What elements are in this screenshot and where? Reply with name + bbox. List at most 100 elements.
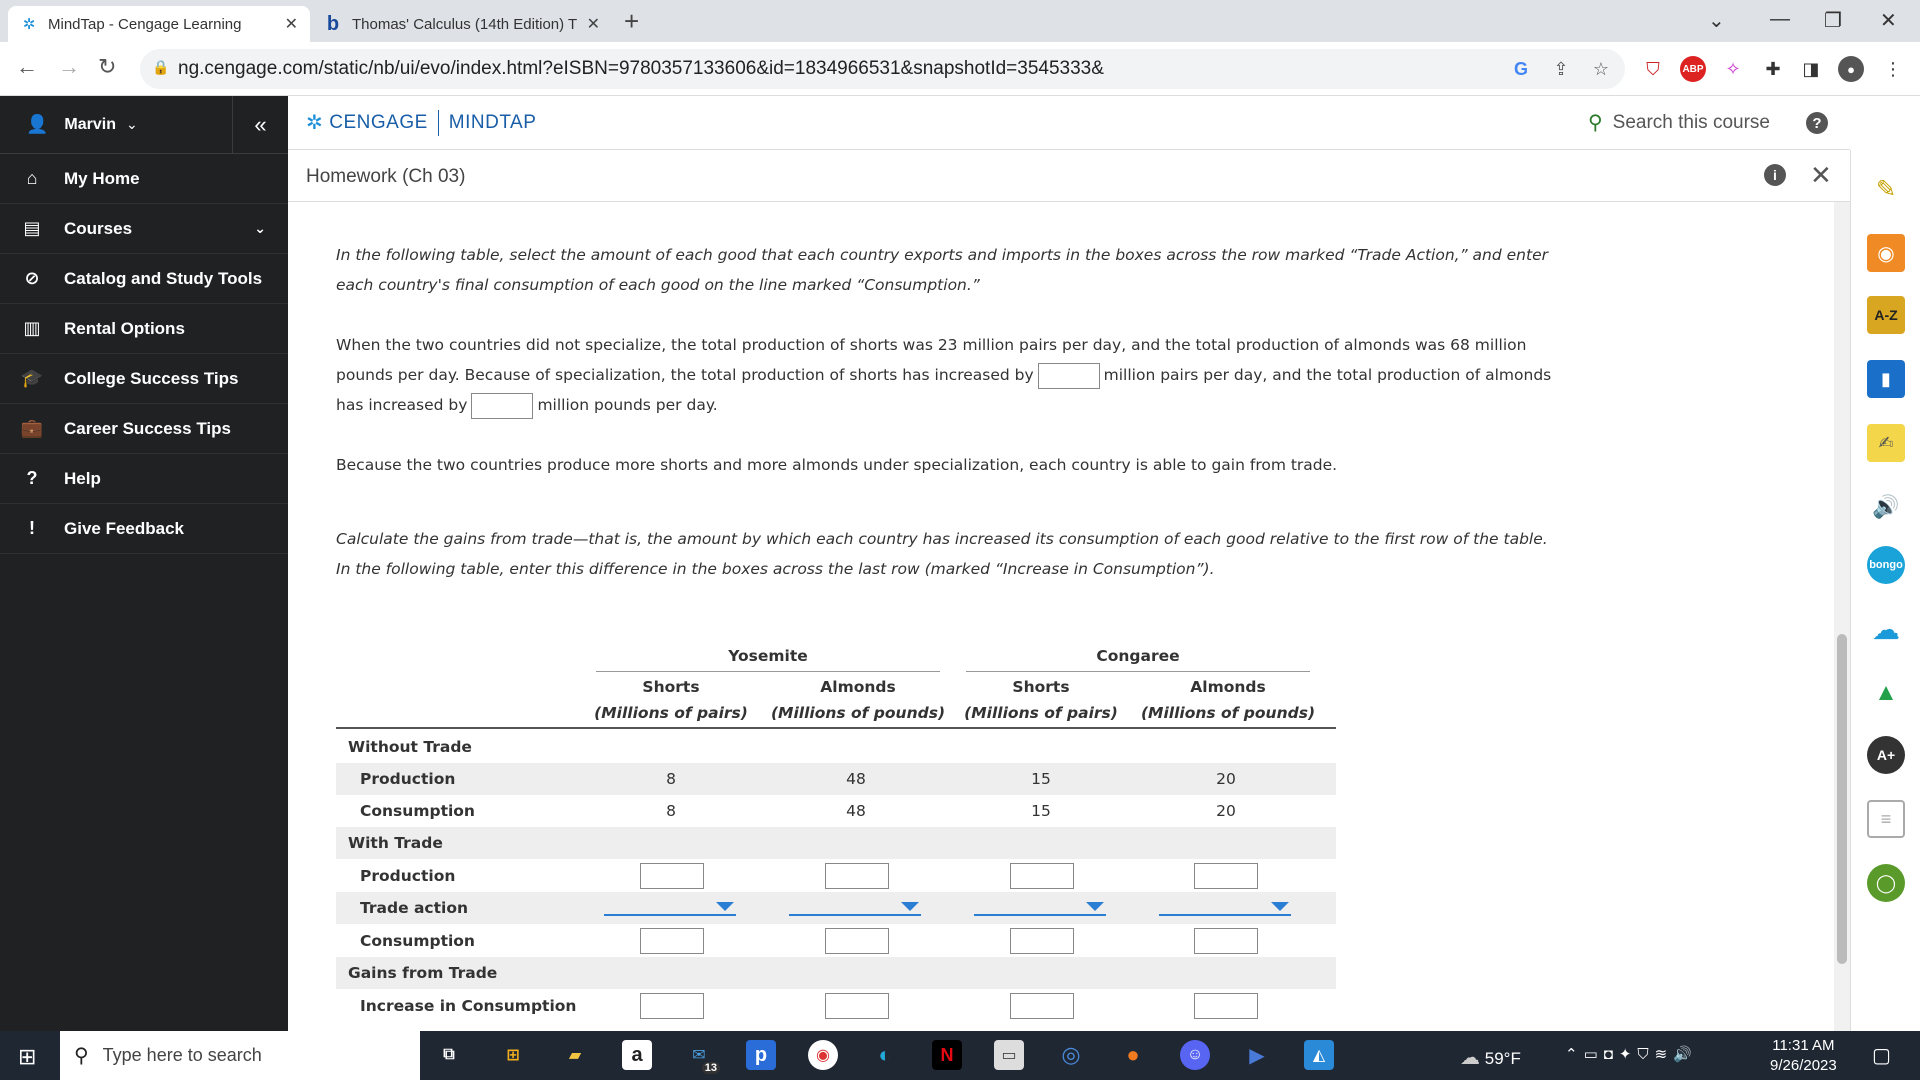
- trade-action-yosemite-almonds-select[interactable]: [789, 896, 921, 916]
- tab-search-chevron-icon[interactable]: ⌄: [1708, 8, 1725, 33]
- chrome-icon[interactable]: ◉: [808, 1040, 838, 1070]
- sidebar-item-rental[interactable]: ▥ Rental Options: [0, 304, 288, 354]
- google-drive-icon[interactable]: ▲: [1867, 674, 1905, 712]
- with-production-congaree-shorts-input[interactable]: [1010, 863, 1074, 889]
- scrollbar-thumb[interactable]: [1837, 634, 1847, 964]
- cengage-mindtap-logo[interactable]: ✲ CENGAGE MINDTAP: [306, 109, 536, 136]
- with-production-yosemite-almonds-input[interactable]: [825, 863, 889, 889]
- a-z-glossary-icon[interactable]: A-Z: [1867, 296, 1905, 334]
- trade-action-congaree-shorts-select[interactable]: [974, 896, 1106, 916]
- close-window-icon[interactable]: ✕: [1880, 8, 1897, 33]
- user-menu[interactable]: 👤 Marvin ⌄ «: [0, 96, 288, 154]
- adblock-icon[interactable]: ABP: [1680, 56, 1706, 82]
- firefox-icon[interactable]: ●: [1118, 1040, 1148, 1070]
- trade-action-congaree-almonds-select[interactable]: [1159, 896, 1291, 916]
- aplus-icon[interactable]: A+: [1867, 736, 1905, 774]
- sidebar-item-feedback[interactable]: ! Give Feedback: [0, 504, 288, 554]
- rss-icon[interactable]: ◉: [1867, 234, 1905, 272]
- with-consumption-yosemite-shorts-input[interactable]: [640, 928, 704, 954]
- discord-icon[interactable]: ☺: [1180, 1040, 1210, 1070]
- course-search[interactable]: ⚲ Search this course: [1588, 110, 1770, 135]
- clock[interactable]: 11:31 AM 9/26/2023: [1770, 1036, 1837, 1076]
- sidebar-item-label: Catalog and Study Tools: [64, 268, 263, 288]
- increase-yosemite-almonds-input[interactable]: [825, 993, 889, 1019]
- share-icon[interactable]: ⇪: [1548, 56, 1574, 82]
- task-view-icon[interactable]: ⧉: [434, 1040, 464, 1070]
- sidebar-item-college-tips[interactable]: 🎓 College Success Tips: [0, 354, 288, 404]
- readspeaker-icon[interactable]: 🔊: [1867, 488, 1905, 526]
- tab-thomas-calculus[interactable]: b Thomas' Calculus (14th Edition) T ✕: [312, 6, 612, 42]
- google-icon[interactable]: G: [1508, 56, 1534, 82]
- forward-icon[interactable]: →: [58, 54, 80, 80]
- bongo-icon[interactable]: bongo: [1867, 546, 1905, 584]
- maps-app-icon[interactable]: ◭: [1304, 1040, 1334, 1070]
- sidebar-item-label: Give Feedback: [64, 518, 185, 538]
- with-consumption-congaree-almonds-input[interactable]: [1194, 928, 1258, 954]
- minimize-icon[interactable]: —: [1770, 8, 1790, 31]
- content-scrollbar[interactable]: [1834, 202, 1850, 1031]
- close-icon[interactable]: ✕: [1810, 160, 1832, 191]
- file-explorer-icon[interactable]: ▰: [560, 1040, 590, 1070]
- info-icon[interactable]: i: [1764, 164, 1786, 186]
- new-tab-icon[interactable]: +: [624, 8, 639, 34]
- side-panel-icon[interactable]: ◨: [1798, 56, 1824, 82]
- system-tray[interactable]: ⌃▭◘✦⛉≋🔊: [1565, 1045, 1698, 1063]
- sidebar-item-career-tips[interactable]: 💼 Career Success Tips: [0, 404, 288, 454]
- taskbar-search[interactable]: ⚲ Type here to search: [60, 1031, 420, 1080]
- edge-icon[interactable]: ◐: [870, 1040, 900, 1070]
- photos-icon[interactable]: ▭: [994, 1040, 1024, 1070]
- trade-action-yosemite-shorts-select[interactable]: [604, 896, 736, 916]
- url-field[interactable]: 🔒 ng.cengage.com/static/nb/ui/evo/index.…: [140, 49, 1625, 89]
- cengage-logo-icon: ✲: [306, 112, 324, 134]
- instruction-2-text: Calculate the gains from trade—that is, …: [336, 530, 1548, 578]
- flashcards-icon[interactable]: ≡: [1867, 800, 1905, 838]
- pandora-icon[interactable]: p: [746, 1040, 776, 1070]
- increase-yosemite-shorts-input[interactable]: [640, 993, 704, 1019]
- reload-icon[interactable]: ↻: [98, 54, 116, 80]
- back-icon[interactable]: ←: [16, 54, 38, 80]
- with-consumption-yosemite-almonds-input[interactable]: [825, 928, 889, 954]
- sidebar-item-help[interactable]: ? Help: [0, 454, 288, 504]
- sidebar-item-my-home[interactable]: ⌂ My Home: [0, 154, 288, 204]
- bing-icon[interactable]: ▶: [1242, 1040, 1272, 1070]
- progress-ring-icon[interactable]: ◯: [1867, 864, 1905, 902]
- notes-icon[interactable]: ✍: [1867, 424, 1905, 462]
- ebook-icon[interactable]: ▮: [1867, 360, 1905, 398]
- with-production-yosemite-shorts-input[interactable]: [640, 863, 704, 889]
- search-icon: ⚲: [1587, 112, 1603, 134]
- bookmark-star-icon[interactable]: ☆: [1588, 56, 1614, 82]
- netflix-icon[interactable]: N: [932, 1040, 962, 1070]
- increase-congaree-almonds-input[interactable]: [1194, 993, 1258, 1019]
- notifications-icon[interactable]: ▢: [1872, 1043, 1891, 1068]
- mail-icon[interactable]: ✉ 13: [684, 1040, 720, 1074]
- restore-icon[interactable]: ❐: [1824, 8, 1842, 33]
- sidebar-item-catalog[interactable]: ⊘ Catalog and Study Tools: [0, 254, 288, 304]
- amazon-icon[interactable]: a: [622, 1040, 652, 1070]
- tab-mindtap[interactable]: ✲ MindTap - Cengage Learning ✕: [8, 6, 310, 42]
- logo-divider: [437, 109, 439, 136]
- search-icon: ⚲: [74, 1045, 89, 1067]
- onedrive-icon[interactable]: ☁: [1867, 610, 1905, 648]
- weather-widget[interactable]: ☁ 59°F: [1460, 1045, 1521, 1070]
- shorts-increase-input[interactable]: [1037, 362, 1100, 389]
- extension-shield-icon[interactable]: ⛉: [1640, 56, 1666, 82]
- temperature: 59°F: [1484, 1049, 1521, 1068]
- cortana-icon[interactable]: ◎: [1056, 1040, 1086, 1070]
- windows-start-icon[interactable]: ⊞: [18, 1044, 36, 1070]
- help-button[interactable]: ?: [1806, 112, 1828, 134]
- close-tab-icon[interactable]: ✕: [285, 14, 298, 34]
- sidebar-item-label: My Home: [64, 168, 140, 188]
- with-consumption-congaree-shorts-input[interactable]: [1010, 928, 1074, 954]
- collapse-sidebar-button[interactable]: «: [232, 96, 288, 154]
- sidebar-item-courses[interactable]: ▤ Courses ⌄: [0, 204, 288, 254]
- almonds-increase-input[interactable]: [471, 392, 534, 419]
- pencil-icon[interactable]: ✎: [1867, 170, 1905, 208]
- profile-avatar[interactable]: ●: [1838, 56, 1864, 82]
- extensions-icon[interactable]: ✚: [1760, 56, 1786, 82]
- browser-menu-icon[interactable]: ⋮: [1880, 56, 1906, 82]
- microsoft-store-icon[interactable]: ⊞: [498, 1040, 528, 1070]
- increase-congaree-shorts-input[interactable]: [1010, 993, 1074, 1019]
- with-production-congaree-almonds-input[interactable]: [1194, 863, 1258, 889]
- close-tab-icon[interactable]: ✕: [587, 14, 600, 34]
- extension-puzzle-alt-icon[interactable]: ✧: [1720, 56, 1746, 82]
